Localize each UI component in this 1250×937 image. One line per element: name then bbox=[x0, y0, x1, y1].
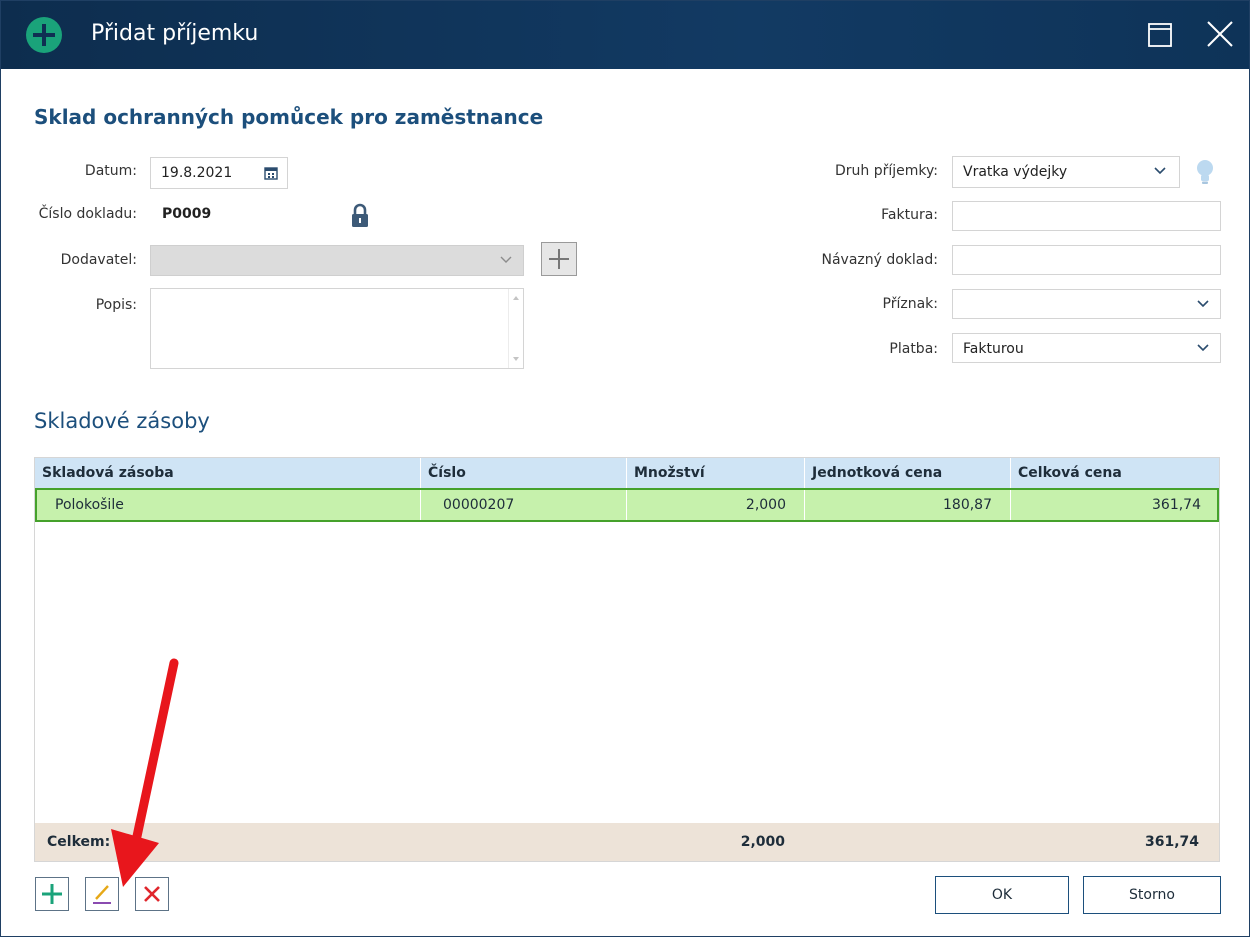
chevron-down-icon bbox=[1197, 300, 1209, 308]
grid-footer: Celkem: 2,000 361,74 bbox=[35, 823, 1219, 861]
scroll-down-icon[interactable] bbox=[512, 356, 520, 362]
chevron-down-icon bbox=[1197, 344, 1209, 352]
maximize-icon[interactable] bbox=[1147, 22, 1173, 48]
warehouse-heading: Sklad ochranných pomůcek pro zaměstnance bbox=[34, 105, 544, 129]
datum-label: Datum: bbox=[84, 163, 137, 179]
faktura-label: Faktura: bbox=[881, 207, 938, 223]
chevron-down-icon bbox=[500, 256, 512, 263]
cell-number: 00000207 bbox=[421, 490, 627, 520]
platba-select[interactable]: Fakturou bbox=[952, 333, 1221, 363]
dodavatel-select[interactable] bbox=[150, 245, 524, 276]
druh-select[interactable]: Vratka výdejky bbox=[952, 156, 1180, 188]
platba-label: Platba: bbox=[889, 341, 938, 357]
navazny-label: Návazný doklad: bbox=[821, 252, 938, 268]
druh-label: Druh příjemky: bbox=[835, 163, 938, 179]
datum-value: 19.8.2021 bbox=[161, 165, 233, 181]
column-header-unit-price[interactable]: Jednotková cena bbox=[805, 458, 1011, 488]
add-row-button[interactable] bbox=[35, 877, 69, 911]
navazny-input[interactable] bbox=[952, 245, 1221, 275]
table-row[interactable]: Polokošile 00000207 2,000 180,87 361,74 bbox=[35, 488, 1219, 522]
chevron-down-icon bbox=[1154, 167, 1166, 175]
column-header-total-price[interactable]: Celková cena bbox=[1011, 458, 1219, 488]
footer-total-price: 361,74 bbox=[1144, 834, 1199, 850]
ok-button[interactable]: OK bbox=[935, 876, 1069, 914]
delete-row-button[interactable] bbox=[135, 877, 169, 911]
title-bar: Přidat příjemku bbox=[1, 1, 1249, 69]
platba-value: Fakturou bbox=[963, 341, 1024, 357]
cislo-value: P0009 bbox=[162, 206, 212, 222]
footer-label: Celkem: bbox=[47, 834, 111, 850]
plus-circle-icon bbox=[26, 17, 62, 53]
cell-unit-price: 180,87 bbox=[805, 490, 1011, 520]
stock-section-title: Skladové zásoby bbox=[34, 409, 210, 433]
lightbulb-icon[interactable] bbox=[1195, 158, 1215, 186]
calendar-icon[interactable] bbox=[264, 166, 278, 180]
scroll-up-icon[interactable] bbox=[512, 295, 520, 301]
dialog-window: Přidat příjemku Sklad ochranných pomůcek… bbox=[0, 0, 1250, 937]
druh-value: Vratka výdejky bbox=[963, 164, 1068, 180]
datum-field[interactable]: 19.8.2021 bbox=[150, 157, 288, 189]
column-header-number[interactable]: Číslo bbox=[421, 458, 627, 488]
cell-total-price: 361,74 bbox=[1152, 497, 1201, 513]
priznak-select[interactable] bbox=[952, 289, 1221, 319]
faktura-input[interactable] bbox=[952, 201, 1221, 231]
pencil-icon bbox=[93, 885, 111, 904]
close-icon[interactable] bbox=[1205, 19, 1235, 49]
cislo-label: Číslo dokladu: bbox=[38, 206, 137, 222]
column-header-quantity[interactable]: Množství bbox=[627, 458, 805, 488]
popis-textarea[interactable] bbox=[150, 288, 524, 369]
column-header-name[interactable]: Skladová zásoba bbox=[35, 458, 421, 488]
popis-scrollbar[interactable] bbox=[508, 289, 523, 368]
cancel-button[interactable]: Storno bbox=[1083, 876, 1221, 914]
window-title: Přidat příjemku bbox=[91, 21, 259, 46]
cell-quantity: 2,000 bbox=[627, 490, 805, 520]
cell-name: Polokošile bbox=[37, 490, 421, 520]
stock-grid: Skladová zásoba Číslo Množství Jednotkov… bbox=[34, 457, 1220, 862]
lock-icon[interactable] bbox=[350, 203, 370, 228]
plus-icon bbox=[549, 249, 569, 269]
priznak-label: Příznak: bbox=[882, 296, 938, 312]
popis-label: Popis: bbox=[95, 297, 137, 313]
plus-icon bbox=[42, 884, 62, 904]
x-icon bbox=[144, 886, 160, 902]
edit-row-button[interactable] bbox=[85, 877, 119, 911]
footer-quantity: 2,000 bbox=[740, 834, 785, 850]
dodavatel-label: Dodavatel: bbox=[60, 252, 137, 268]
grid-header: Skladová zásoba Číslo Množství Jednotkov… bbox=[35, 458, 1219, 489]
add-dodavatel-button[interactable] bbox=[541, 242, 577, 276]
